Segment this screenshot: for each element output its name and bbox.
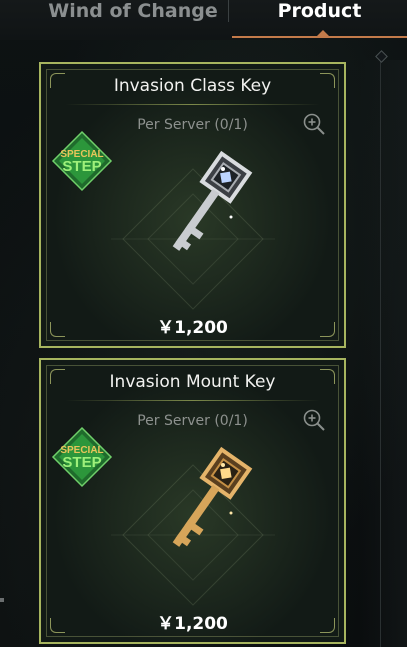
special-step-badge-icon: SPECIAL STEP bbox=[51, 426, 113, 488]
edge-marker bbox=[0, 598, 4, 602]
silver-key-icon bbox=[111, 150, 275, 310]
product-title: Invasion Mount Key bbox=[109, 372, 276, 392]
badge-text-step: STEP bbox=[62, 454, 101, 471]
zoom-in-icon[interactable] bbox=[302, 408, 326, 432]
product-price: ￥1,200 bbox=[157, 318, 228, 338]
scrollbar[interactable] bbox=[380, 58, 381, 647]
gold-key-icon bbox=[111, 446, 275, 606]
product-card-invasion-class-key[interactable]: Invasion Class Key Per Server (0/1) SPEC… bbox=[39, 62, 346, 348]
active-tab-notch-icon bbox=[317, 30, 329, 36]
special-step-badge-icon: SPECIAL STEP bbox=[51, 130, 113, 192]
product-card-invasion-mount-key[interactable]: Invasion Mount Key Per Server (0/1) SPEC… bbox=[39, 358, 346, 644]
active-tab-underline bbox=[232, 36, 407, 38]
product-title: Invasion Class Key bbox=[113, 76, 272, 96]
product-price: ￥1,200 bbox=[157, 614, 228, 634]
side-panel bbox=[360, 60, 407, 647]
zoom-in-icon[interactable] bbox=[302, 112, 326, 136]
tab-divider bbox=[228, 0, 229, 22]
badge-text-step: STEP bbox=[62, 158, 101, 175]
title-divider bbox=[65, 400, 320, 401]
title-divider bbox=[65, 104, 320, 105]
tab-bar: Wind of Change Product bbox=[0, 0, 407, 40]
tab-wind-of-change[interactable]: Wind of Change bbox=[38, 0, 228, 38]
